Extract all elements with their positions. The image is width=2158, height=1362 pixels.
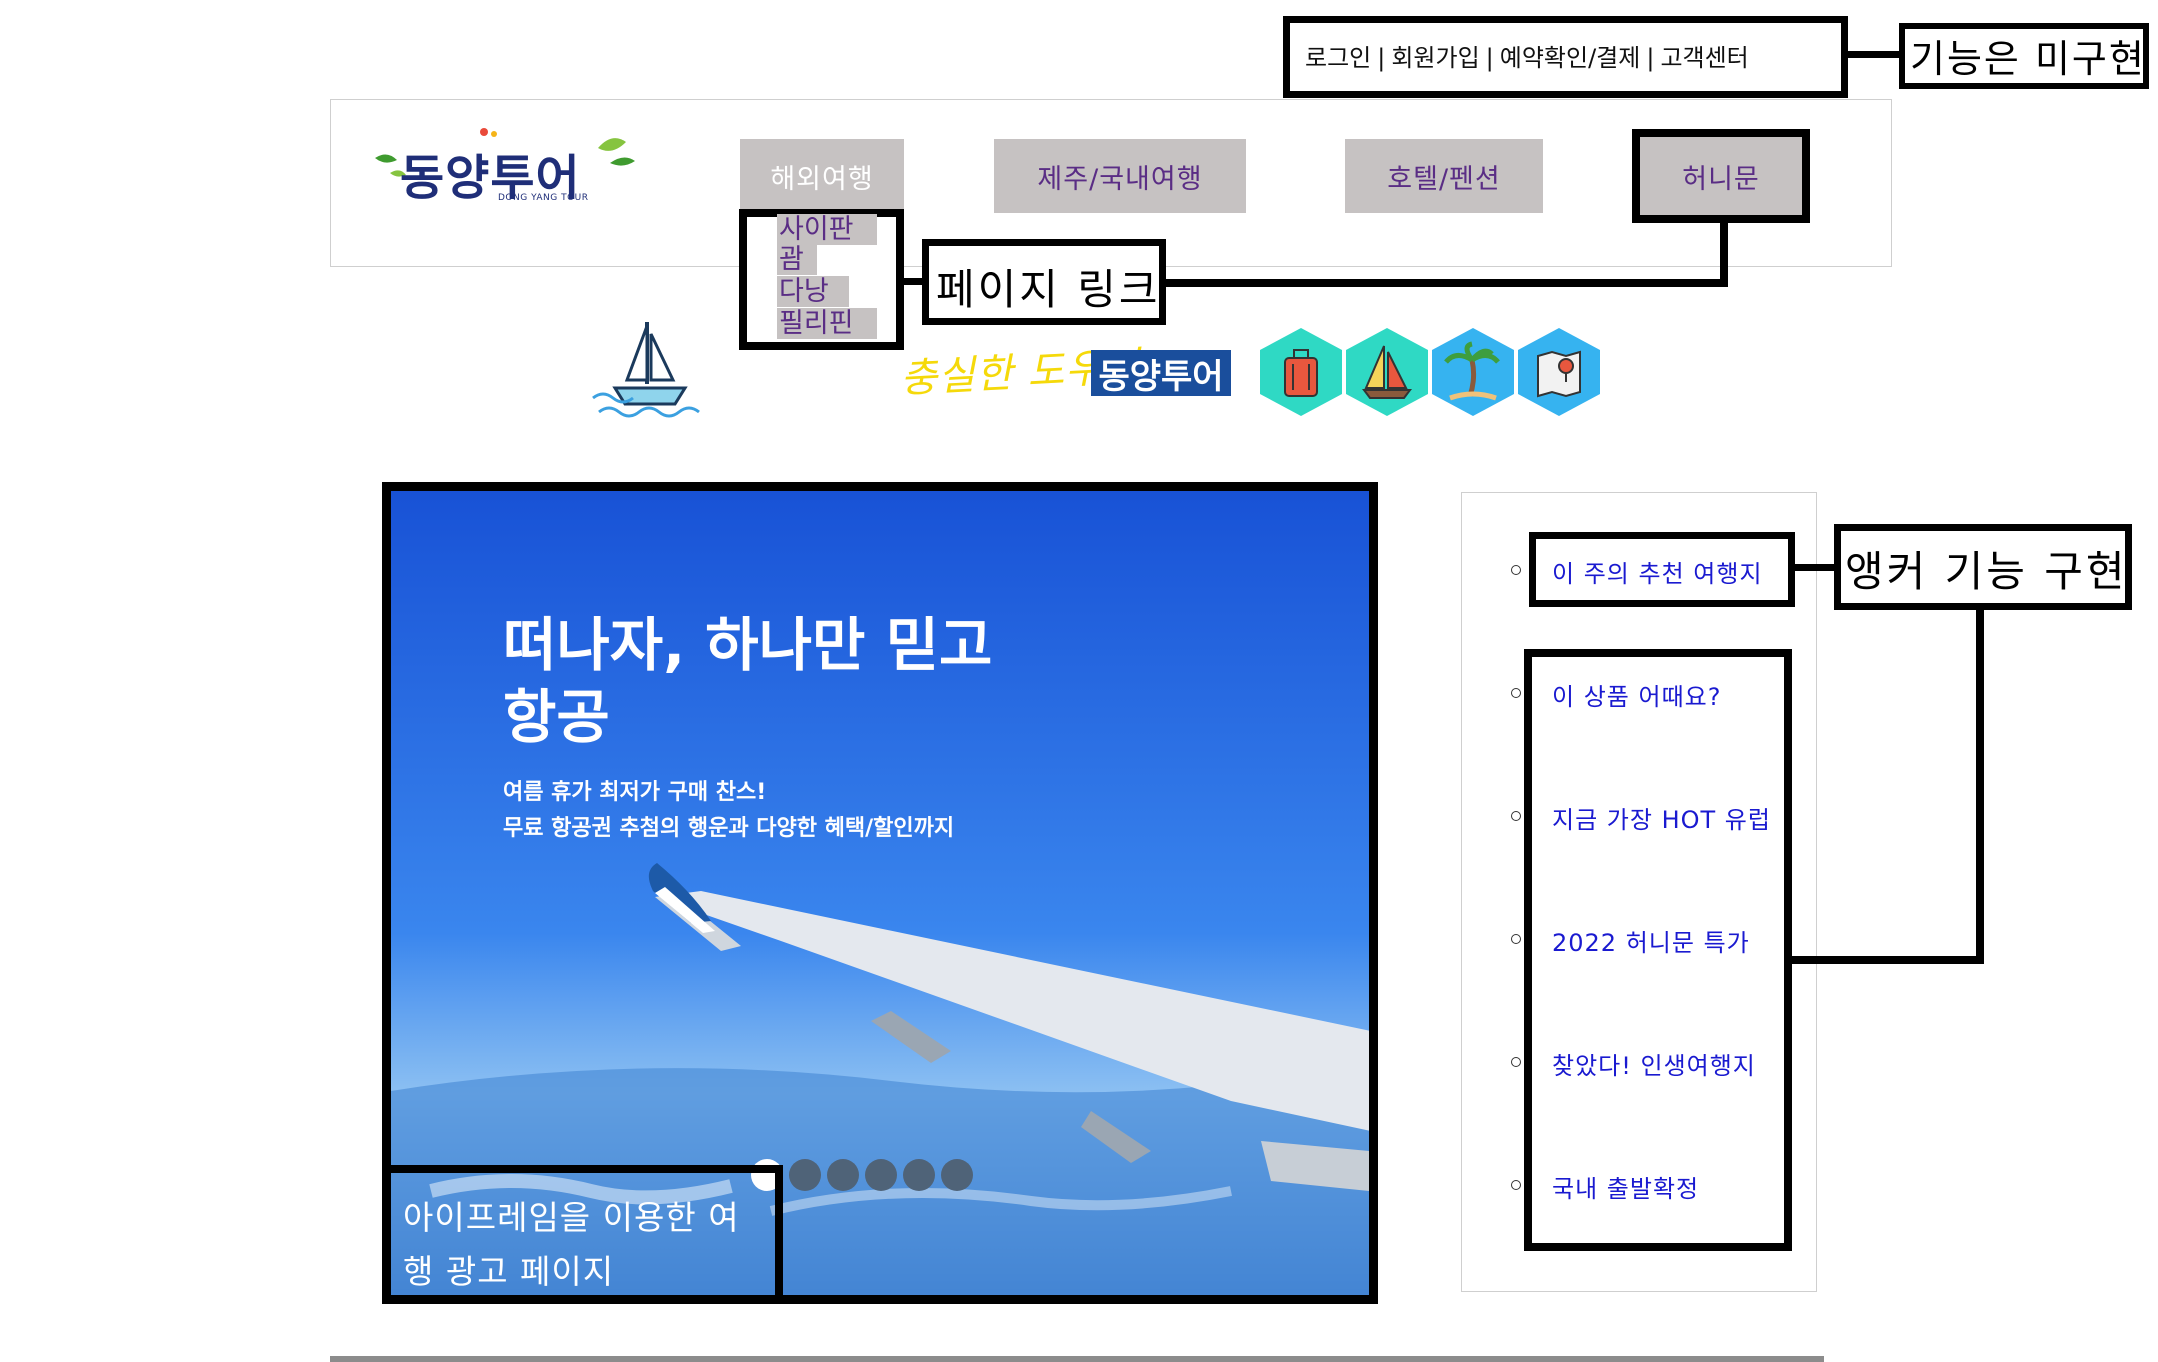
annotation-connector [1976, 610, 1984, 964]
nav-honeymoon[interactable]: 허니문 [1640, 137, 1802, 215]
login-link[interactable]: 로그인 [1305, 44, 1371, 72]
annotation-anchor: 앵커 기능 구현 [1845, 547, 2128, 596]
anchor-link-honeymoon-deal[interactable]: 2022 허니문 특가 [1552, 923, 1750, 958]
nav-overseas-travel[interactable]: 해외여행 [740, 139, 904, 213]
list-bullet [1511, 934, 1521, 944]
suitcase-icon [1258, 326, 1344, 418]
list-bullet [1511, 1180, 1521, 1190]
list-bullet [1511, 688, 1521, 698]
palm-tree-icon [1430, 326, 1516, 418]
reservation-link[interactable]: 예약확인/결제 [1500, 44, 1641, 72]
list-bullet [1511, 811, 1521, 821]
dropdown-item-philippines[interactable]: 필리핀 [777, 308, 877, 339]
list-bullet [1511, 565, 1521, 575]
slide-dot-2[interactable] [789, 1159, 821, 1191]
customer-center-link[interactable]: 고객센터 [1660, 44, 1748, 72]
slide-dot-6[interactable] [941, 1159, 973, 1191]
sailboat-icon [1344, 326, 1430, 418]
ad-title: 떠나자, 하나만 믿고 항공 [503, 611, 993, 751]
annotation-page-link: 페이지 링크 [936, 265, 1161, 314]
separator: | [1377, 44, 1386, 72]
sailboat-icon [585, 318, 710, 418]
utility-links: 로그인 | 회원가입 | 예약확인/결제 | 고객센터 [1305, 38, 1749, 73]
annotation-iframe-ad: 아이프레임을 이용한 여행 광고 페이지 [403, 1198, 740, 1291]
annotation-connector [1792, 956, 1984, 964]
logo-subtitle: DONG YANG TOUR [498, 193, 589, 203]
ad-description: 여름 휴가 최저가 구매 찬스! 무료 항공권 추첨의 행운과 다양한 혜택/할… [503, 780, 955, 841]
nav-hotel-pension[interactable]: 호텔/펜션 [1345, 139, 1543, 213]
list-bullet [1511, 1057, 1521, 1067]
slide-dot-5[interactable] [903, 1159, 935, 1191]
anchor-link-weekly-pick[interactable]: 이 주의 추천 여행지 [1552, 554, 1763, 589]
nav-jeju-domestic[interactable]: 제주/국내여행 [994, 139, 1246, 213]
ad-iframe[interactable]: 떠나자, 하나만 믿고 항공 여름 휴가 최저가 구매 찬스! 무료 항공권 추… [382, 482, 1378, 1304]
slide-dot-4[interactable] [865, 1159, 897, 1191]
annotation-connector [1795, 564, 1834, 571]
anchor-link-hot-europe[interactable]: 지금 가장 HOT 유럽 [1552, 800, 1771, 835]
separator: | [1646, 44, 1655, 72]
annotation-connector [1166, 279, 1728, 287]
anchor-link-domestic-departure[interactable]: 국내 출발확정 [1552, 1169, 1699, 1204]
map-icon [1516, 326, 1602, 418]
slogan-brand: 동양투어 [1091, 350, 1231, 397]
anchor-link-product[interactable]: 이 상품 어때요? [1552, 677, 1721, 712]
annotation-unimplemented: 기능은 미구현 [1910, 37, 2146, 81]
dropdown-item-saipan[interactable]: 사이판 [777, 214, 877, 245]
anchor-link-life-trip[interactable]: 찾았다! 인생여행지 [1552, 1046, 1756, 1081]
dropdown-item-guam[interactable]: 괌 [777, 244, 817, 275]
annotation-connector [1848, 51, 1899, 58]
separator: | [1485, 44, 1494, 72]
slide-dot-3[interactable] [827, 1159, 859, 1191]
dropdown-item-danang[interactable]: 다낭 [777, 276, 849, 307]
annotation-connector [1720, 223, 1728, 287]
annotation-connector [904, 278, 922, 285]
signup-link[interactable]: 회원가입 [1391, 44, 1479, 72]
